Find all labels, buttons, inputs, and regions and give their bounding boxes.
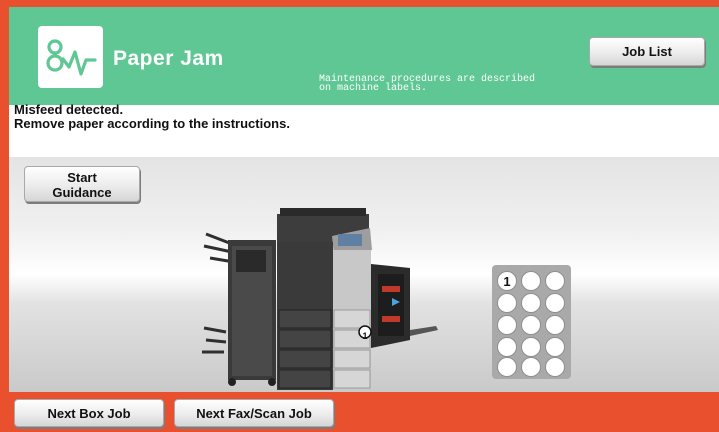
- start-guidance-label-2: Guidance: [52, 184, 112, 200]
- tray-slot: [545, 357, 565, 377]
- jam-marker: 1: [362, 331, 368, 341]
- tray-indicator-panel: 1: [492, 265, 571, 379]
- tray-slot: [497, 293, 517, 313]
- message-line-2: Remove paper according to the instructio…: [14, 116, 290, 131]
- tray-slot: [497, 315, 517, 335]
- tray-slot: [521, 293, 541, 313]
- tray-slot: [545, 271, 565, 291]
- job-list-button[interactable]: Job List: [589, 37, 705, 66]
- page-title: Paper Jam: [113, 47, 224, 70]
- tray-slot: [521, 315, 541, 335]
- status-message: Misfeed detected. Remove paper according…: [14, 103, 290, 131]
- paper-jam-wave-icon: [38, 26, 103, 88]
- tray-slot: [497, 337, 517, 357]
- tray-slot: [545, 293, 565, 313]
- next-fax-scan-job-button[interactable]: Next Fax/Scan Job: [174, 399, 334, 427]
- message-line-1: Misfeed detected.: [14, 102, 124, 117]
- tray-slot: [545, 337, 565, 357]
- tray-slot: [521, 271, 541, 291]
- next-box-job-button[interactable]: Next Box Job: [14, 399, 164, 427]
- tray-slot: [545, 315, 565, 335]
- tray-slot: [521, 357, 541, 377]
- maintenance-note: Maintenance procedures are described on …: [319, 74, 536, 94]
- tray-slot-highlighted: 1: [497, 271, 517, 291]
- tray-slot: [521, 337, 541, 357]
- printer-illustration: 1: [192, 206, 452, 401]
- start-guidance-button[interactable]: Start Guidance: [24, 166, 140, 202]
- tray-slot: [497, 357, 517, 377]
- start-guidance-label-1: Start: [67, 169, 97, 185]
